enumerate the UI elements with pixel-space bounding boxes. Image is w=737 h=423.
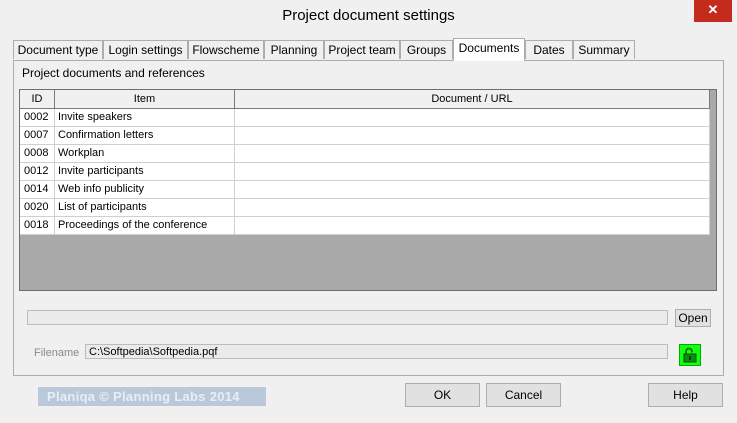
row-document-url[interactable] — [235, 181, 710, 199]
row-item: List of participants — [55, 199, 235, 217]
table-row[interactable]: 0007 Confirmation letters — [20, 127, 710, 145]
progress-bar — [27, 310, 668, 325]
table-header: ID Item Document / URL — [20, 90, 710, 109]
row-id: 0020 — [20, 199, 55, 217]
row-id: 0014 — [20, 181, 55, 199]
row-item: Workplan — [55, 145, 235, 163]
row-document-url[interactable] — [235, 145, 710, 163]
close-button[interactable]: ✕ — [694, 0, 732, 22]
tab-document-type[interactable]: Document type — [13, 40, 103, 59]
tab-documents[interactable]: Documents — [453, 38, 525, 61]
column-header-id[interactable]: ID — [20, 90, 55, 108]
lock-toggle-button[interactable] — [679, 344, 701, 366]
tab-flowscheme[interactable]: Flowscheme — [188, 40, 264, 59]
tab-groups[interactable]: Groups — [400, 40, 453, 59]
row-id: 0007 — [20, 127, 55, 145]
unlocked-padlock-icon — [683, 347, 697, 363]
filename-label: Filename — [34, 347, 80, 359]
tab-planning[interactable]: Planning — [264, 40, 324, 59]
row-item: Confirmation letters — [55, 127, 235, 145]
row-id: 0008 — [20, 145, 55, 163]
table-row[interactable]: 0014 Web info publicity — [20, 181, 710, 199]
brand-footer: Planiqa © Planning Labs 2014 — [38, 387, 266, 406]
section-label: Project documents and references — [22, 66, 205, 80]
row-id: 0018 — [20, 217, 55, 235]
row-document-url[interactable] — [235, 217, 710, 235]
cancel-button[interactable]: Cancel — [486, 383, 561, 407]
row-document-url[interactable] — [235, 199, 710, 217]
documents-table[interactable]: ID Item Document / URL 0002 Invite speak… — [19, 89, 717, 291]
row-document-url[interactable] — [235, 109, 710, 127]
dialog-window: Project document settings ✕ Document typ… — [0, 0, 737, 423]
table-row[interactable]: 0020 List of participants — [20, 199, 710, 217]
help-button[interactable]: Help — [648, 383, 723, 407]
close-icon: ✕ — [707, 2, 719, 17]
open-button[interactable]: Open — [675, 309, 711, 327]
row-item: Invite speakers — [55, 109, 235, 127]
tab-summary[interactable]: Summary — [573, 40, 635, 59]
row-id: 0002 — [20, 109, 55, 127]
column-header-document-url[interactable]: Document / URL — [235, 90, 710, 108]
tab-project-team[interactable]: Project team — [324, 40, 400, 59]
table-row[interactable]: 0002 Invite speakers — [20, 109, 710, 127]
ok-button[interactable]: OK — [405, 383, 480, 407]
table-row[interactable]: 0012 Invite participants — [20, 163, 710, 181]
title-bar: Project document settings ✕ — [0, 0, 737, 31]
column-header-item[interactable]: Item — [55, 90, 235, 108]
tab-dates[interactable]: Dates — [525, 40, 573, 59]
row-item: Proceedings of the conference — [55, 217, 235, 235]
row-id: 0012 — [20, 163, 55, 181]
row-item: Web info publicity — [55, 181, 235, 199]
tab-login-settings[interactable]: Login settings — [103, 40, 188, 59]
window-title: Project document settings — [282, 7, 455, 24]
table-row[interactable]: 0008 Workplan — [20, 145, 710, 163]
table-row[interactable]: 0018 Proceedings of the conference — [20, 217, 710, 235]
row-document-url[interactable] — [235, 127, 710, 145]
filename-field[interactable]: C:\Softpedia\Softpedia.pqf — [85, 344, 668, 359]
documents-panel: Project documents and references ID Item… — [13, 60, 724, 376]
row-item: Invite participants — [55, 163, 235, 181]
row-document-url[interactable] — [235, 163, 710, 181]
